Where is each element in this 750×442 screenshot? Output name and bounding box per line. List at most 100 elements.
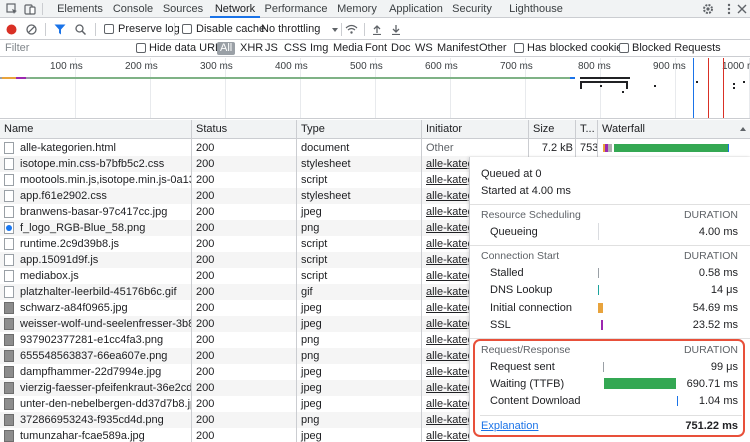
column-header-time[interactable]: T...: [576, 120, 598, 139]
type-filter-all[interactable]: All: [217, 42, 236, 55]
file-icon: [4, 286, 14, 298]
hide-data-urls-checkbox[interactable]: [136, 43, 146, 53]
toolbar-divider: [45, 23, 46, 36]
column-header-waterfall[interactable]: Waterfall: [598, 120, 750, 139]
column-header-initiator[interactable]: Initiator: [422, 120, 529, 139]
import-har-icon[interactable]: [372, 24, 382, 35]
type-filter-media[interactable]: Media: [333, 42, 363, 55]
column-header-size[interactable]: Size: [529, 120, 576, 139]
file-icon: [4, 158, 14, 170]
image-file-icon: [4, 350, 14, 362]
type-filter-ws[interactable]: WS: [415, 42, 433, 55]
tab-elements[interactable]: Elements: [52, 0, 108, 18]
request-type: stylesheet: [301, 190, 351, 202]
type-filter-css[interactable]: CSS: [284, 42, 307, 55]
request-time: 753...: [580, 142, 597, 154]
request-status: 200: [196, 430, 215, 442]
column-header-status[interactable]: Status: [192, 120, 297, 139]
request-status: 200: [196, 382, 215, 394]
timing-axis-start: [598, 223, 599, 240]
ssl-bar: [601, 320, 603, 330]
request-status: 200: [196, 174, 215, 186]
image-file-icon: [4, 334, 14, 346]
tab-memory[interactable]: Memory: [334, 0, 380, 18]
tab-network[interactable]: Network: [210, 0, 260, 18]
type-filter-js[interactable]: JS: [265, 42, 278, 55]
preserve-log-checkbox[interactable]: [104, 24, 114, 34]
clear-icon[interactable]: [26, 24, 37, 35]
hide-data-urls-label: Hide data URLs: [149, 42, 227, 54]
blocked-requests-label: Blocked Requests: [632, 42, 721, 54]
network-overview-timeline[interactable]: 100 ms 200 ms 300 ms 400 ms 500 ms 600 m…: [0, 58, 750, 119]
request-status: 200: [196, 158, 215, 170]
request-response-highlight: [473, 339, 745, 437]
request-type: jpeg: [301, 430, 322, 442]
request-name: runtime.2c9d39b8.js: [20, 238, 120, 250]
request-name: weisser-wolf-und-seelenfresser-3b836c...: [20, 318, 191, 330]
resource-scheduling-header: Resource Scheduling: [481, 209, 581, 221]
tab-console[interactable]: Console: [110, 0, 156, 18]
type-filter-other[interactable]: Other: [479, 42, 507, 55]
request-type: gif: [301, 286, 313, 298]
device-toolbar-icon[interactable]: [24, 3, 36, 15]
toolbar-divider: [95, 23, 96, 36]
request-name: app.15091d9f.js: [20, 254, 99, 266]
type-filter-font[interactable]: Font: [365, 42, 387, 55]
tab-lighthouse[interactable]: Lighthouse: [506, 0, 566, 18]
request-type: jpeg: [301, 302, 322, 314]
toolbar-divider: [174, 23, 175, 36]
initial-connection-value: 54.69 ms: [692, 302, 738, 314]
request-type: script: [301, 238, 328, 250]
duration-header: DURATION: [683, 250, 738, 262]
image-file-icon: [4, 382, 14, 394]
request-name: tumunzahar-fcae589a.jpg: [20, 430, 145, 442]
file-icon: [4, 270, 14, 282]
blocked-requests-checkbox[interactable]: [619, 43, 629, 53]
ssl-label: SSL: [490, 319, 511, 331]
queued-at-text: Queued at 0: [481, 168, 542, 180]
close-devtools-icon[interactable]: [736, 3, 748, 15]
request-status: 200: [196, 302, 215, 314]
request-type: script: [301, 270, 328, 282]
filter-icon[interactable]: [54, 24, 66, 35]
column-header-name[interactable]: Name: [0, 120, 192, 139]
disable-cache-checkbox[interactable]: [182, 24, 192, 34]
request-name: vierzig-faesser-pfeifenkraut-36e2cd56.jp…: [20, 382, 191, 394]
network-conditions-icon[interactable]: [345, 24, 358, 35]
request-type: document: [301, 142, 350, 154]
request-name: mootools.min.js,isotope.min.js-0a1381...: [20, 174, 191, 186]
export-har-icon[interactable]: [391, 24, 401, 35]
column-header-type[interactable]: Type: [297, 120, 422, 139]
record-icon[interactable]: [6, 24, 17, 35]
tab-performance[interactable]: Performance: [264, 0, 328, 18]
type-filter-xhr[interactable]: XHR: [240, 42, 263, 55]
request-type: jpeg: [301, 382, 322, 394]
filter-input[interactable]: Filter: [5, 42, 125, 55]
tab-application[interactable]: Application: [386, 0, 446, 18]
image-file-icon: [4, 430, 14, 442]
request-status: 200: [196, 414, 215, 426]
request-size: 7.2 kB: [541, 142, 573, 154]
waterfall-bar[interactable]: [600, 142, 750, 154]
type-filter-manifest[interactable]: Manifest: [437, 42, 479, 55]
image-file-icon: [4, 302, 14, 314]
dns-lookup-label: DNS Lookup: [490, 284, 553, 296]
search-icon[interactable]: [75, 24, 86, 35]
file-icon: [4, 254, 14, 266]
more-options-icon[interactable]: [723, 3, 735, 15]
type-filter-doc[interactable]: Doc: [391, 42, 411, 55]
image-file-icon: [4, 318, 14, 330]
request-name: 655548563837-66ea607e.png: [20, 350, 168, 362]
table-header: Name Status Type Initiator Size T... Wat…: [0, 120, 750, 139]
throttling-select[interactable]: No throttling: [261, 23, 320, 35]
column-divider: [191, 139, 192, 442]
request-name: mediabox.js: [20, 270, 79, 282]
has-blocked-cookies-checkbox[interactable]: [514, 43, 524, 53]
tab-security[interactable]: Security: [450, 0, 494, 18]
request-type: jpeg: [301, 206, 322, 218]
settings-gear-icon[interactable]: [702, 3, 714, 15]
inspect-element-icon[interactable]: [6, 3, 18, 15]
duration-header: DURATION: [683, 209, 738, 221]
tab-sources[interactable]: Sources: [160, 0, 206, 18]
type-filter-img[interactable]: Img: [310, 42, 328, 55]
